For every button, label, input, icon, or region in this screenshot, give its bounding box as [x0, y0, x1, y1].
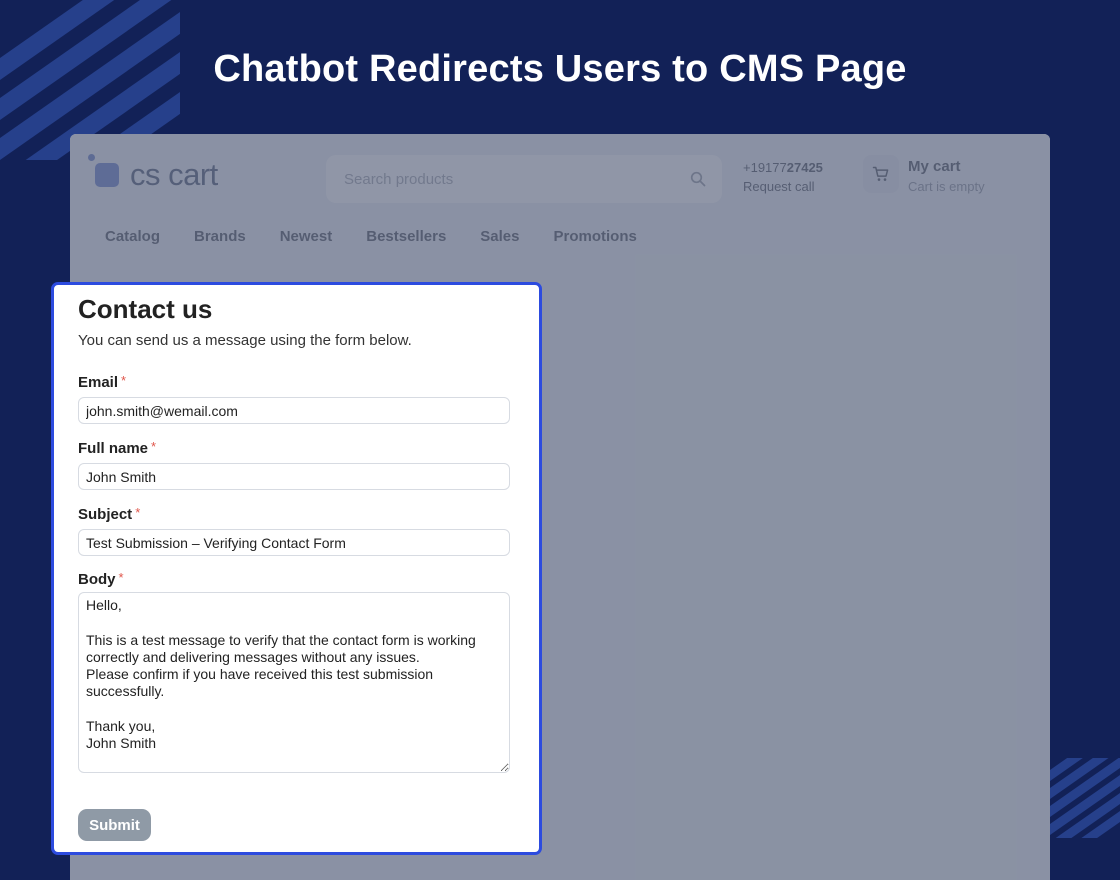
search-input[interactable] [326, 155, 722, 203]
main-nav: Catalog Brands Newest Bestsellers Sales … [105, 228, 671, 245]
phone-number[interactable]: +1917727425 [743, 160, 823, 175]
nav-item-sales[interactable]: Sales [480, 228, 519, 245]
submit-button[interactable]: Submit [78, 809, 151, 841]
nav-item-catalog[interactable]: Catalog [105, 228, 160, 245]
logo-text: cs cart [130, 157, 218, 192]
cart-status: Cart is empty [908, 179, 985, 194]
logo-dot-icon [88, 154, 95, 161]
body-textarea[interactable]: Hello, This is a test message to verify … [78, 592, 510, 773]
decorative-stripes-bottom-right [1050, 758, 1120, 838]
search-icon[interactable] [690, 171, 706, 187]
logo-square-icon [95, 163, 119, 187]
required-mark: * [151, 439, 157, 454]
body-label-text: Body [78, 571, 116, 588]
nav-item-bestsellers[interactable]: Bestsellers [366, 228, 446, 245]
nav-item-promotions[interactable]: Promotions [554, 228, 637, 245]
headline: Chatbot Redirects Users to CMS Page [213, 48, 907, 90]
phone-suffix: 27425 [786, 160, 823, 175]
contact-form-panel: Contact us You can send us a message usi… [51, 282, 542, 855]
search-bar [326, 155, 722, 203]
body-label: Body * [78, 570, 124, 588]
phone-prefix: +19177 [743, 160, 787, 175]
store-logo[interactable]: cs cart [88, 154, 238, 194]
request-call-link[interactable]: Request call [743, 179, 815, 194]
required-mark: * [121, 373, 127, 388]
email-label-text: Email [78, 374, 119, 391]
cart-icon [872, 166, 889, 181]
subject-label-text: Subject [78, 506, 133, 523]
nav-item-newest[interactable]: Newest [280, 228, 333, 245]
email-label: Email * [78, 373, 127, 391]
form-title: Contact us [78, 294, 213, 324]
subject-label: Subject * [78, 505, 141, 523]
subject-field[interactable] [78, 529, 510, 556]
fullname-label-text: Full name [78, 440, 149, 457]
cart-title[interactable]: My cart [908, 158, 961, 175]
email-field[interactable] [78, 397, 510, 424]
fullname-field[interactable] [78, 463, 510, 490]
required-mark: * [118, 570, 124, 585]
form-subtitle: You can send us a message using the form… [78, 332, 412, 349]
cart-button[interactable] [863, 155, 899, 193]
required-mark: * [135, 505, 141, 520]
fullname-label: Full name * [78, 439, 157, 457]
nav-item-brands[interactable]: Brands [194, 228, 246, 245]
